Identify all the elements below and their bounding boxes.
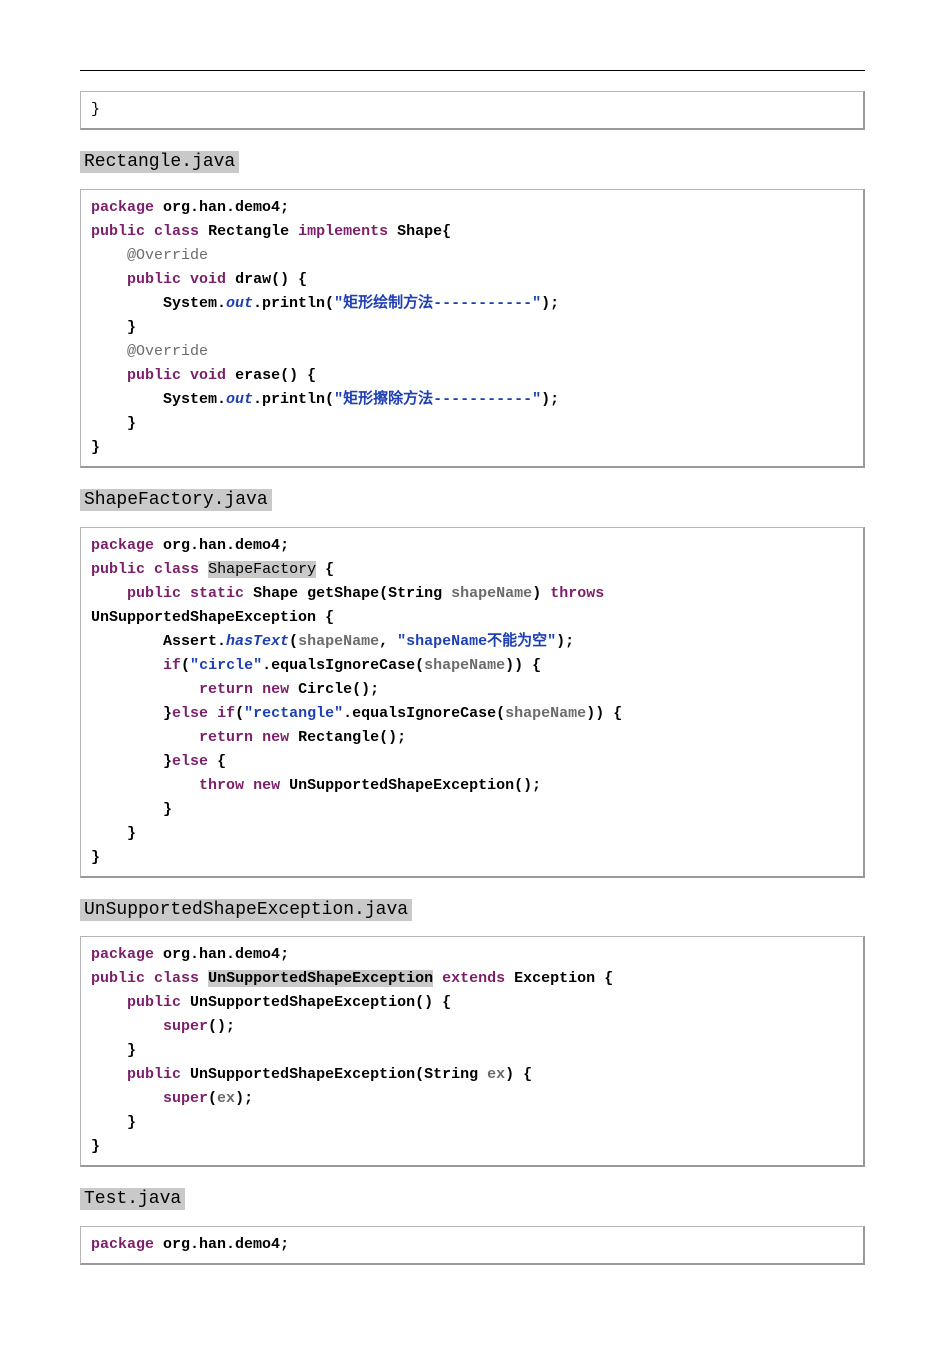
heading-label: UnSupportedShapeException.java — [80, 899, 412, 921]
heading-label: Rectangle.java — [80, 151, 239, 173]
heading-unsupported: UnSupportedShapeException.java — [80, 896, 865, 925]
code-block-test: package org.han.demo4; — [80, 1226, 865, 1265]
heading-rectangle: Rectangle.java — [80, 148, 865, 177]
code-block-unsupported: package org.han.demo4; public class UnSu… — [80, 936, 865, 1167]
heading-label: ShapeFactory.java — [80, 489, 272, 511]
code-block-top: } — [80, 91, 865, 130]
heading-test: Test.java — [80, 1185, 865, 1214]
code-block-shapefactory: package org.han.demo4; public class Shap… — [80, 527, 865, 878]
heading-shapefactory: ShapeFactory.java — [80, 486, 865, 515]
code-text: } — [91, 101, 100, 118]
heading-label: Test.java — [80, 1188, 185, 1210]
code-block-rectangle: package org.han.demo4; public class Rect… — [80, 189, 865, 468]
top-divider — [80, 70, 865, 71]
